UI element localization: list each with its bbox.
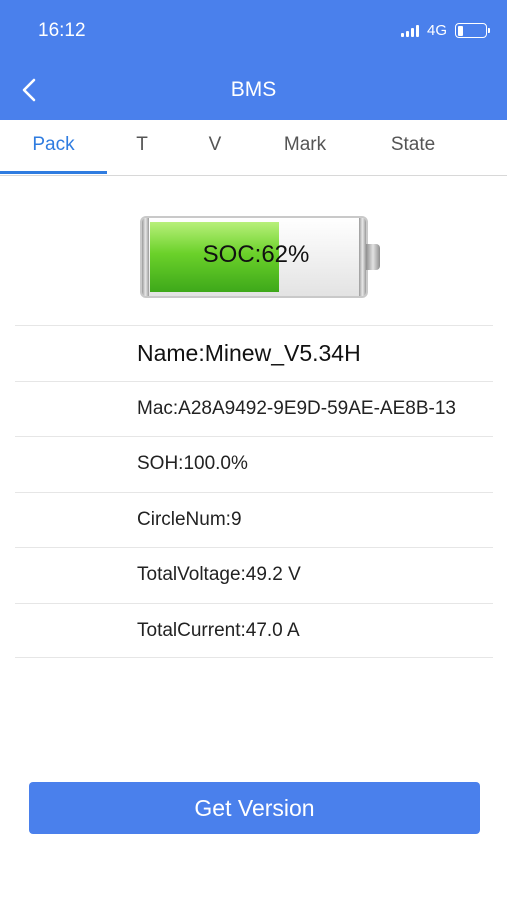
list-item: SOH:100.0% — [15, 436, 493, 492]
tab-state[interactable]: State — [370, 120, 456, 175]
tab-v[interactable]: V — [180, 120, 250, 175]
list-item: Name:Minew_V5.34H — [15, 325, 493, 381]
list-item: TotalCurrent:47.0 A — [15, 602, 493, 658]
soc-label: SOC:62% — [202, 241, 310, 268]
top-bar: 16:12 4G BMS — [0, 0, 507, 120]
tab-pack[interactable]: Pack — [0, 120, 107, 175]
list-item: CircleNum:9 — [15, 491, 493, 548]
get-version-button[interactable]: Get Version — [29, 782, 480, 834]
tab-bar: Pack T V Mark State — [0, 120, 507, 176]
tab-t[interactable]: T — [107, 120, 177, 175]
signal-bars-icon — [400, 24, 419, 37]
battery-status-icon — [455, 23, 490, 38]
page-title: BMS — [230, 78, 277, 101]
pack-total-current: TotalCurrent:47.0 A — [137, 619, 300, 641]
battery-graphic: SOC:62% — [140, 216, 380, 298]
network-type: 4G — [426, 22, 447, 39]
pack-info-list: Name:Minew_V5.34H Mac:A28A9492-9E9D-59AE… — [15, 325, 493, 658]
pack-circle-num: CircleNum:9 — [137, 508, 242, 530]
status-indicators: 4G — [400, 22, 490, 39]
pack-mac: Mac:A28A9492-9E9D-59AE-AE8B-13 — [137, 397, 456, 419]
list-item: Mac:A28A9492-9E9D-59AE-AE8B-13 — [15, 380, 493, 437]
pack-soh: SOH:100.0% — [137, 453, 248, 474]
pack-total-voltage: TotalVoltage:49.2 V — [137, 564, 301, 585]
list-item: TotalVoltage:49.2 V — [15, 547, 493, 603]
tab-mark[interactable]: Mark — [260, 120, 350, 175]
pack-name: Name:Minew_V5.34H — [137, 340, 361, 366]
active-tab-indicator — [0, 171, 107, 174]
status-time: 16:12 — [38, 20, 86, 41]
